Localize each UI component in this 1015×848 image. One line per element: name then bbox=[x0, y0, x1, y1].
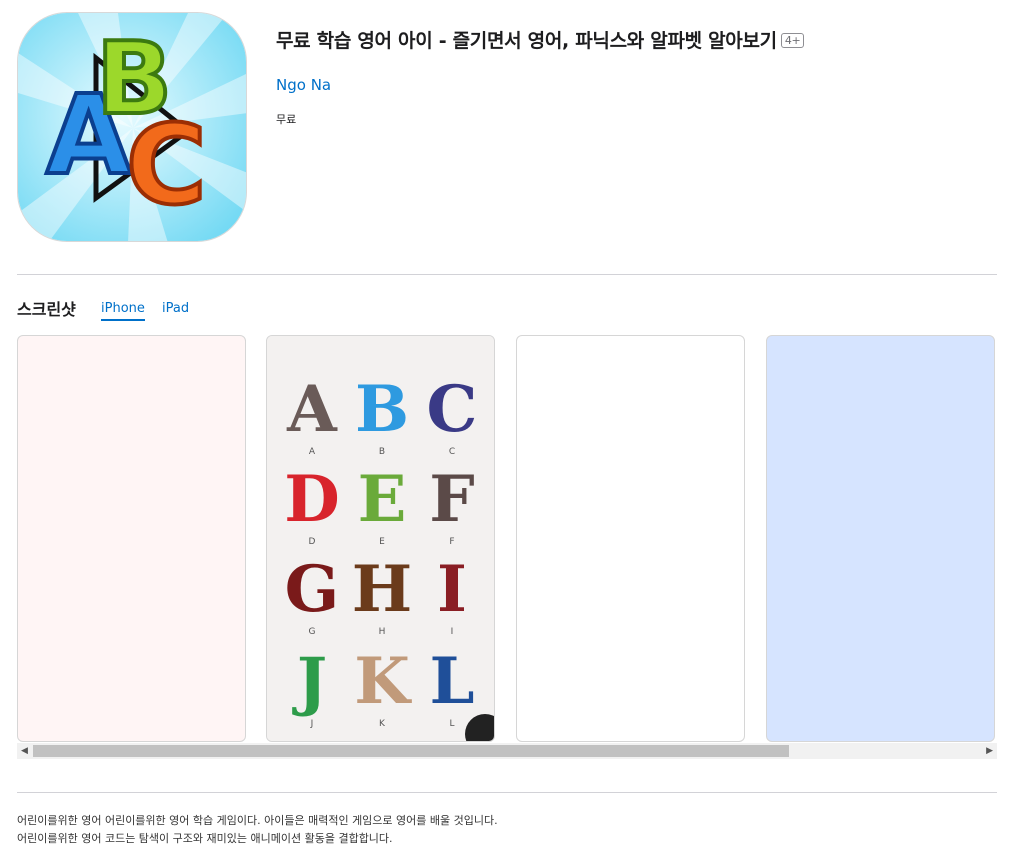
screenshots-title: 스크린샷 bbox=[17, 300, 76, 319]
alphabet-letter: E bbox=[358, 462, 407, 537]
alphabet-caption: D bbox=[309, 537, 316, 547]
alphabet-caption: J bbox=[310, 719, 314, 729]
alphabet-letter: A bbox=[286, 372, 338, 447]
divider-bottom bbox=[17, 792, 997, 793]
alphabet-letter: C bbox=[427, 372, 478, 447]
app-icon: A B C bbox=[17, 12, 247, 242]
description-line-2: 어린이를위한 영어 코드는 탐색이 구조와 재미있는 애니메이션 활동을 결합합… bbox=[17, 832, 393, 845]
alphabet-caption: G bbox=[309, 627, 316, 637]
alphabet-caption: H bbox=[379, 627, 386, 637]
alphabet-caption: E bbox=[379, 537, 385, 547]
divider-top bbox=[17, 274, 997, 275]
screenshot-gallery[interactable]: AABBCCDDEEFFGGHHIIJJKKLL bbox=[17, 335, 997, 743]
app-info: 무료 학습 영어 아이 - 즐기면서 영어, 파닉스와 알파벳 알아보기 4+ N… bbox=[276, 26, 805, 126]
screenshot-3[interactable] bbox=[516, 335, 745, 742]
scroll-thumb[interactable] bbox=[33, 745, 789, 757]
alphabet-caption: F bbox=[449, 537, 454, 547]
app-title: 무료 학습 영어 아이 - 즐기면서 영어, 파닉스와 알파벳 알아보기 4+ bbox=[276, 26, 805, 53]
alphabet-caption: I bbox=[451, 627, 454, 637]
alphabet-caption: C bbox=[449, 447, 455, 457]
alphabet-letter: F bbox=[429, 462, 474, 537]
screenshot-1[interactable] bbox=[17, 335, 246, 742]
alphabet-screenshot: AABBCCDDEEFFGGHHIIJJKKLL bbox=[267, 336, 494, 741]
developer-link[interactable]: Ngo Na bbox=[276, 76, 331, 94]
app-title-text: 무료 학습 영어 아이 - 즐기면서 영어, 파닉스와 알파벳 알아보기 bbox=[276, 30, 777, 52]
description-line-1: 어린이를위한 영어 어린이를위한 영어 학습 게임이다. 아이들은 매력적인 게… bbox=[17, 814, 498, 827]
tab-ipad[interactable]: iPad bbox=[162, 301, 189, 319]
alphabet-letter: H bbox=[352, 552, 412, 627]
alphabet-letter: B bbox=[355, 372, 409, 447]
tab-iphone[interactable]: iPhone bbox=[101, 301, 145, 321]
alphabet-letter: G bbox=[285, 552, 340, 627]
alphabet-caption: A bbox=[309, 447, 316, 457]
app-header: A B C 무료 학습 영어 아이 - 즐기면서 영어, 파닉스와 알파벳 알아… bbox=[17, 12, 997, 242]
screenshot-4[interactable] bbox=[766, 335, 995, 742]
alphabet-letter: K bbox=[354, 644, 412, 719]
age-rating-badge: 4+ bbox=[780, 33, 805, 48]
gallery-scrollbar[interactable]: ◀ ▶ bbox=[17, 743, 997, 759]
alphabet-letter: J bbox=[292, 644, 327, 719]
alphabet-letter: L bbox=[430, 644, 475, 719]
scroll-left-arrow-icon[interactable]: ◀ bbox=[21, 746, 28, 756]
alphabet-letter: I bbox=[437, 552, 467, 627]
price-label: 무료 bbox=[276, 113, 297, 126]
alphabet-letter: D bbox=[284, 462, 340, 537]
scroll-right-arrow-icon[interactable]: ▶ bbox=[986, 746, 993, 756]
alphabet-caption: B bbox=[379, 447, 385, 457]
alphabet-caption: L bbox=[449, 719, 454, 729]
abc-logo-icon: A B C bbox=[18, 13, 246, 241]
svg-text:C: C bbox=[126, 101, 207, 229]
app-description: 어린이를위한 영어 어린이를위한 영어 학습 게임이다. 아이들은 매력적인 게… bbox=[17, 812, 997, 848]
screenshot-2[interactable]: AABBCCDDEEFFGGHHIIJJKKLL bbox=[266, 335, 495, 742]
